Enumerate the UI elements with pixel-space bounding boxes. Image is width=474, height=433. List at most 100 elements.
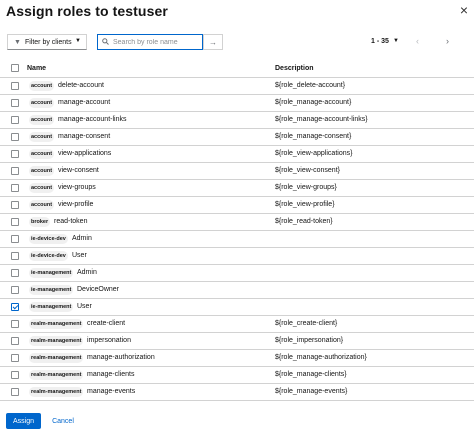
role-description: ${role_manage-authorization} xyxy=(275,354,367,361)
row-checkbox[interactable] xyxy=(11,167,19,175)
role-description: ${role_impersonation} xyxy=(275,337,344,344)
row-checkbox[interactable] xyxy=(11,235,19,243)
role-name: view-applications xyxy=(58,150,112,157)
client-badge: realm-management xyxy=(29,319,84,329)
client-badge: account xyxy=(29,98,55,108)
chevron-left-icon[interactable]: ‹ xyxy=(416,36,419,46)
caret-down-icon: ▼ xyxy=(75,38,81,44)
role-description: ${role_manage-clients} xyxy=(275,371,347,378)
search-box[interactable] xyxy=(97,34,203,50)
role-description: ${role_manage-events} xyxy=(275,388,348,395)
row-checkbox[interactable] xyxy=(11,252,19,260)
pagination-caret-icon[interactable]: ▼ xyxy=(393,38,399,44)
role-name: DeviceOwner xyxy=(77,286,120,293)
client-badge: ie-management xyxy=(29,285,74,295)
role-name: view-groups xyxy=(58,184,96,191)
role-description: ${role_view-profile} xyxy=(275,201,335,208)
row-checkbox[interactable] xyxy=(11,337,19,345)
table-row: account view-applications ${role_view-appl… xyxy=(0,146,474,163)
close-icon[interactable]: × xyxy=(460,2,468,18)
table-row: account view-consent ${role_view-consent} xyxy=(0,163,474,180)
table-row: ie-management Admin xyxy=(0,265,474,282)
filter-label: Filter by clients xyxy=(24,38,72,46)
table-row: account view-profile ${role_view-profile} xyxy=(0,197,474,214)
column-header-name: Name xyxy=(27,65,47,72)
row-checkbox[interactable] xyxy=(11,303,19,311)
client-badge: broker xyxy=(29,217,51,227)
table-row: account manage-account-links ${role_manage… xyxy=(0,112,474,129)
client-badge: realm-management xyxy=(29,387,84,397)
table-row: realm-management manage-events ${role_mana… xyxy=(0,384,474,401)
row-checkbox[interactable] xyxy=(11,133,19,141)
table-row: ie-device-dev User xyxy=(0,248,474,265)
filter-dropdown[interactable]: ▼ Filter by clients ▼ xyxy=(7,34,87,50)
client-badge: ie-device-dev xyxy=(29,251,68,261)
search-icon xyxy=(102,37,109,47)
client-badge: realm-management xyxy=(29,370,84,380)
pagination-range[interactable]: 1 - 35 xyxy=(371,38,389,45)
row-checkbox[interactable] xyxy=(11,201,19,209)
row-checkbox[interactable] xyxy=(11,150,19,158)
row-checkbox[interactable] xyxy=(11,82,19,90)
role-description: ${role_delete-account} xyxy=(275,82,346,89)
role-description: ${role_view-applications} xyxy=(275,150,353,157)
role-name: manage-events xyxy=(87,388,136,395)
role-name: read-token xyxy=(54,218,88,225)
row-checkbox[interactable] xyxy=(11,320,19,328)
client-badge: account xyxy=(29,166,55,176)
role-description: ${role_read-token} xyxy=(275,218,333,225)
client-badge: account xyxy=(29,149,55,159)
client-badge: account xyxy=(29,183,55,193)
role-name: User xyxy=(72,252,87,259)
role-name: manage-authorization xyxy=(87,354,155,361)
row-checkbox[interactable] xyxy=(11,218,19,226)
client-badge: ie-device-dev xyxy=(29,234,68,244)
column-header-description: Description xyxy=(275,65,314,72)
table-row: realm-management create-client ${role_crea… xyxy=(0,316,474,333)
assign-button[interactable]: Assign xyxy=(6,413,41,429)
row-checkbox[interactable] xyxy=(11,184,19,192)
table-row: account manage-consent ${role_manage-conse… xyxy=(0,129,474,146)
table-row: account view-groups ${role_view-groups} xyxy=(0,180,474,197)
row-checkbox[interactable] xyxy=(11,99,19,107)
table-row: ie-device-dev Admin xyxy=(0,231,474,248)
chevron-right-icon[interactable]: › xyxy=(446,36,449,46)
role-name: Admin xyxy=(72,235,92,242)
table-row: realm-management impersonation ${role_impe… xyxy=(0,333,474,350)
table-row: broker read-token ${role_read-token} xyxy=(0,214,474,231)
select-all-checkbox[interactable] xyxy=(11,64,19,72)
client-badge: ie-management xyxy=(29,302,74,312)
role-description: ${role_view-groups} xyxy=(275,184,337,191)
toolbar: ▼ Filter by clients ▼ → 1 - 35 ▼ ‹ › xyxy=(0,33,474,53)
filter-icon: ▼ xyxy=(14,38,21,46)
client-badge: ie-management xyxy=(29,268,74,278)
row-checkbox[interactable] xyxy=(11,354,19,362)
row-checkbox[interactable] xyxy=(11,388,19,396)
table-row: account manage-account ${role_manage-accou… xyxy=(0,95,474,112)
role-description: ${role_manage-consent} xyxy=(275,133,352,140)
cancel-button[interactable]: Cancel xyxy=(46,413,80,429)
table-row: realm-management manage-clients ${role_man… xyxy=(0,367,474,384)
row-checkbox[interactable] xyxy=(11,371,19,379)
table-row: account delete-account ${role_delete-accou… xyxy=(0,78,474,95)
role-name: User xyxy=(77,303,92,310)
role-description: ${role_manage-account-links} xyxy=(275,116,368,123)
search-submit-button[interactable]: → xyxy=(203,34,223,50)
assign-roles-modal: Assign roles to testuser × ▼ Filter by c… xyxy=(0,0,474,433)
modal-footer: Assign Cancel xyxy=(0,413,474,429)
client-badge: account xyxy=(29,81,55,91)
client-badge: account xyxy=(29,132,55,142)
row-checkbox[interactable] xyxy=(11,286,19,294)
client-badge: account xyxy=(29,200,55,210)
roles-table: Name Description account delete-account ${… xyxy=(0,60,474,401)
table-header: Name Description xyxy=(0,60,474,78)
table-row: realm-management manage-authorization ${ro… xyxy=(0,350,474,367)
client-badge: realm-management xyxy=(29,336,84,346)
client-badge: account xyxy=(29,115,55,125)
role-name: view-consent xyxy=(58,167,99,174)
modal-title: Assign roles to testuser xyxy=(6,3,168,19)
row-checkbox[interactable] xyxy=(11,269,19,277)
row-checkbox[interactable] xyxy=(11,116,19,124)
search-input[interactable] xyxy=(113,38,199,46)
table-row: ie-management User xyxy=(0,299,474,316)
